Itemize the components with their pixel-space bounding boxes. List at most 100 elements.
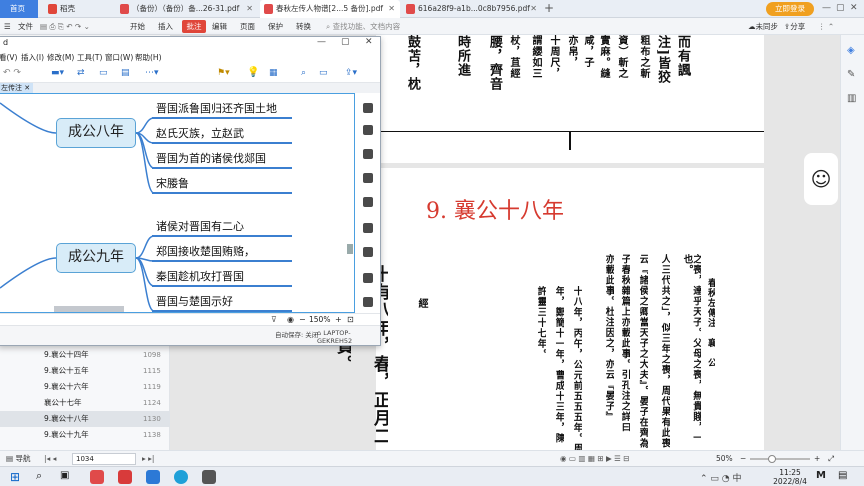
ribbon-start[interactable]: 开始 [130, 18, 145, 35]
search-field[interactable]: ⌕ 查找功能、文档内容 [326, 18, 400, 35]
tab-home[interactable]: 首页 [0, 0, 38, 18]
wps-icon[interactable] [118, 470, 132, 484]
subtopic-label[interactable]: 秦国趁机攻打晋国 [156, 268, 244, 284]
share-button[interactable]: ⇪分享 [784, 18, 805, 35]
comment-icon[interactable] [363, 273, 373, 283]
ribbon-file[interactable]: 文件 [18, 18, 33, 35]
topic-node[interactable]: 成公九年 [56, 243, 136, 273]
subtopic-label[interactable]: 宋媵鲁 [156, 175, 189, 191]
clock[interactable]: 11:25 2022/8/4 [770, 468, 810, 486]
maximize-button[interactable]: ▢ [341, 37, 350, 47]
mascot-icon[interactable]: ☺ [804, 153, 838, 205]
subtopic-label[interactable]: 晋国派鲁国归还齐国土地 [156, 100, 277, 116]
ribbon-annotate[interactable]: 批注 [182, 20, 206, 33]
tray-icons[interactable]: ⌃ ▭ ◔ 中 [700, 471, 741, 484]
quick-access-icons[interactable]: ▤ ⎙ ⎘ ↶ ↷ ⌄ [40, 18, 90, 35]
task-view-icon[interactable]: ▣ [60, 470, 69, 481]
ribbon-insert[interactable]: 插入 [158, 18, 173, 35]
maximize-button[interactable]: ▢ [836, 3, 845, 13]
edit-icon[interactable]: ✎ [847, 69, 855, 80]
close-window-button[interactable]: ✕ [850, 3, 858, 13]
more-icon[interactable]: ⋮ ⌃ [818, 18, 834, 35]
fit-icon[interactable]: ⊡ [347, 315, 354, 324]
mindmap-canvas[interactable]: 成公八年 晋国派鲁国归还齐国土地 赵氏灭族，立赵武晋国为首的诸侯伐郯国 宋媵鲁成公九年… [0, 93, 355, 313]
subtopic-label[interactable]: 晋国与楚国示好 [156, 293, 233, 309]
sidebar-icon[interactable]: ▥ [847, 93, 856, 104]
app-icon[interactable] [146, 470, 160, 484]
zoom-in-button[interactable]: + [335, 315, 342, 324]
zoom-slider[interactable] [750, 458, 810, 460]
sheet-tab[interactable]: 左传注 ✕ [0, 83, 33, 93]
zoom-slider-thumb[interactable] [768, 455, 776, 463]
subtopic-label[interactable]: 郑国接收楚国贿赂， [156, 243, 255, 259]
summary-icon[interactable]: ▤ [121, 68, 130, 78]
present-icon[interactable]: ▭ [319, 68, 328, 78]
tab-pdf-3[interactable]: 616a28f9-a1b...0c8b7956.pdf ✕ [402, 0, 542, 18]
menu-item[interactable]: 窗口(W) [105, 51, 133, 65]
sync-status[interactable]: ☁未同步 [748, 18, 778, 35]
next-page-buttons[interactable]: ▸ ▸| [142, 451, 154, 467]
note-icon[interactable] [363, 197, 373, 207]
subtopic-label[interactable]: 赵氏灭族，立赵武 [156, 125, 244, 141]
zoom-out-button[interactable]: − [299, 315, 306, 324]
close-icon[interactable]: ✕ [530, 0, 537, 18]
minimize-button[interactable]: — [822, 3, 831, 13]
search-icon[interactable]: ⌕ [36, 469, 42, 483]
relation-icon[interactable]: ⇄ [77, 68, 85, 78]
view-mode-icons[interactable]: ◉ ▭ ▥ ▦ ⊞ ▶ ☰ ⊟ [560, 451, 630, 467]
horizontal-scrollbar[interactable] [54, 306, 124, 312]
bookmark-item[interactable]: 襄公十七年 1124 [0, 395, 170, 411]
menu-item[interactable]: 工具(T) [77, 51, 102, 65]
bookmark-item[interactable]: 9.襄公十四年 1098 [0, 347, 170, 363]
topic-node[interactable]: 成公八年 [56, 118, 136, 148]
subtopic-label[interactable]: 晋国为首的诸侯伐郯国 [156, 150, 266, 166]
login-button[interactable]: 立即登录 [766, 2, 814, 16]
notification-icon[interactable]: ▤ [838, 470, 847, 481]
undo-icon[interactable]: ↶ ↷ [3, 68, 21, 78]
ribbon-convert[interactable]: 转换 [296, 18, 311, 35]
ribbon-edit[interactable]: 编辑 [212, 18, 227, 35]
menu-item[interactable]: 帮助(H) [135, 51, 162, 65]
document-icon[interactable] [363, 223, 373, 233]
image-icon[interactable] [363, 149, 373, 159]
app-icon[interactable] [202, 470, 216, 484]
bookmark-item[interactable]: 9.襄公十六年 1119 [0, 379, 170, 395]
tool-icon[interactable]: ◈ [847, 45, 855, 56]
bookmark-item[interactable]: 9.襄公十五年 1115 [0, 363, 170, 379]
task-icon[interactable] [363, 297, 373, 307]
close-icon[interactable]: ✕ [388, 0, 395, 18]
close-window-button[interactable]: ✕ [365, 37, 373, 47]
edge-icon[interactable] [174, 470, 188, 484]
boundary-icon[interactable]: ▭ [99, 68, 108, 78]
search-icon[interactable]: ⌕ [301, 68, 306, 78]
fit-icon[interactable]: ⤢ [828, 451, 834, 467]
app-icon[interactable]: M [816, 470, 826, 481]
outline-icon[interactable] [363, 103, 373, 113]
bookmark-item[interactable]: 9.襄公十九年 1138 [0, 427, 170, 443]
page-number-input[interactable]: 1034 (1130/1834) [72, 453, 136, 474]
marker-icon[interactable]: ⚑▾ [217, 68, 230, 78]
windows-start-icon[interactable]: ⊞ [10, 470, 20, 484]
new-tab-button[interactable]: + [544, 1, 554, 15]
tab-pdf-1[interactable]: （备份）（备份）备...26-31.pdf ✕ [116, 0, 258, 18]
format-icon[interactable]: ▦ [269, 68, 278, 78]
subtopic-label[interactable]: 诸侯对晋国有二心 [156, 218, 244, 234]
mindmap-window[interactable]: d — ▢ ✕ 看(V) 插入(I) 修改(M) 工具(T) 窗口(W) 帮助(H) ↶ … [0, 36, 381, 346]
zoom-out-button[interactable]: − [740, 451, 746, 467]
more-icon[interactable]: ⋯▾ [145, 68, 159, 78]
list-icon[interactable] [363, 247, 373, 257]
flag-icon[interactable] [363, 173, 373, 183]
ribbon-page[interactable]: 页面 [240, 18, 255, 35]
tab-docer[interactable]: 稻壳 [44, 0, 114, 18]
tab-pdf-2[interactable]: 春秋左传人物谱[2...5 备份].pdf ✕ [260, 0, 400, 18]
export-icon[interactable]: ⇪▾ [345, 68, 357, 78]
topic-icon[interactable]: ▬▾ [51, 68, 64, 78]
prev-page-buttons[interactable]: |◂ ◂ [44, 451, 56, 467]
close-icon[interactable]: ✕ [246, 0, 253, 18]
menu-item[interactable]: 修改(M) [47, 51, 74, 65]
brush-icon[interactable] [363, 125, 373, 135]
menu-icon[interactable]: ☰ [4, 18, 11, 35]
app-icon[interactable] [90, 470, 104, 484]
menu-item[interactable]: 看(V) [0, 51, 17, 65]
minimize-button[interactable]: — [317, 37, 326, 47]
